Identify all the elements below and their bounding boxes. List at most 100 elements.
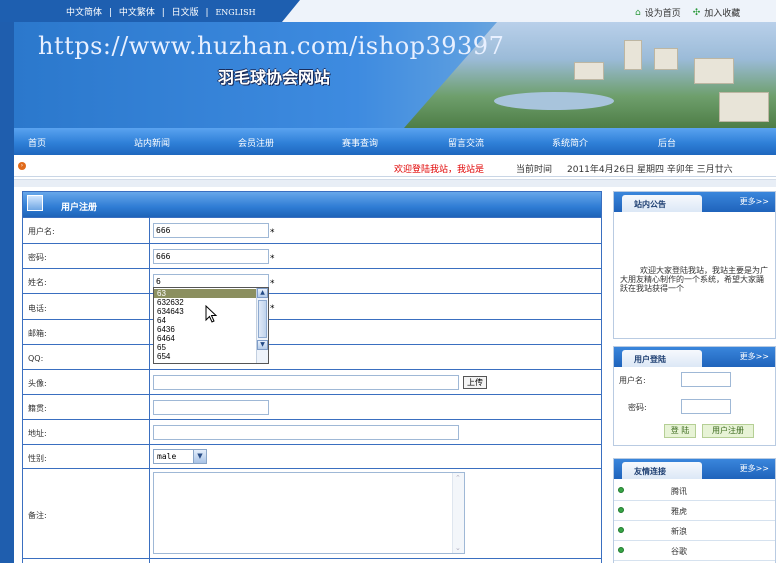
form-row-address: 地址: bbox=[23, 419, 601, 444]
current-date: 2011年4月26日 星期四 辛卯年 三月廿六 bbox=[567, 165, 733, 175]
login-password-label: 密码: bbox=[628, 403, 647, 412]
nav-admin[interactable]: 后台 bbox=[658, 136, 676, 149]
login-username-label: 用户名: bbox=[619, 376, 646, 385]
time-label: 当前时间 bbox=[516, 165, 553, 175]
lang-japanese[interactable]: 日文版 bbox=[172, 8, 199, 18]
login-title: 用户登陆 bbox=[622, 350, 702, 367]
registration-title: 用户注册 bbox=[61, 203, 98, 213]
username-input[interactable]: 666 bbox=[153, 223, 269, 238]
welcome-bar: › 欢迎登陆我站，我站是 当前时间 2011年4月26日 星期四 辛卯年 三月廿… bbox=[14, 155, 776, 177]
links-box: 友情连接 更多>> 腾讯 雅虎 新浪 谷歌 bbox=[613, 458, 776, 563]
link-label[interactable]: 谷歌 bbox=[671, 546, 687, 557]
nav-home[interactable]: 首页 bbox=[28, 136, 46, 149]
scroll-thumb[interactable] bbox=[258, 300, 267, 338]
form-row-email: 邮箱: bbox=[23, 319, 601, 344]
autocomplete-option[interactable]: 6436 bbox=[154, 325, 256, 334]
address-label: 地址: bbox=[28, 429, 47, 438]
autocomplete-option[interactable]: 63 bbox=[154, 289, 256, 298]
autocomplete-option[interactable]: 6464 bbox=[154, 334, 256, 343]
language-links: 中文简体 | 中文繁体 | 日文版 | ENGLISH bbox=[66, 5, 256, 18]
login-more-link[interactable]: 更多>> bbox=[740, 351, 769, 362]
link-item[interactable]: 雅虎 bbox=[614, 501, 775, 521]
lang-simplified[interactable]: 中文简体 bbox=[66, 8, 102, 18]
scroll-up-icon[interactable]: ⌃ bbox=[455, 474, 461, 482]
lang-traditional[interactable]: 中文繁体 bbox=[119, 8, 155, 18]
autocomplete-dropdown[interactable]: 63 632632 634643 64 6436 6464 65 654 ▲ ▼ bbox=[153, 287, 269, 364]
chevron-down-icon[interactable]: ▼ bbox=[193, 450, 206, 463]
required-mark: * bbox=[270, 254, 275, 264]
register-button[interactable]: 用户注册 bbox=[702, 424, 754, 438]
notice-title: 站内公告 bbox=[622, 195, 702, 212]
banner-building bbox=[624, 40, 642, 70]
notice-text: 欢迎大家登陆我站，我站主要是为广大朋友精心制作的一个系统，希望大家踊跃在我站获得… bbox=[620, 266, 768, 293]
link-item[interactable]: 新浪 bbox=[614, 521, 775, 541]
banner-river bbox=[494, 92, 614, 110]
notice-box: 站内公告 更多>> 欢迎大家登陆我站，我站主要是为广大朋友精心制作的一个系统，希… bbox=[613, 191, 776, 339]
form-row-password: 密码: 666 * bbox=[23, 243, 601, 268]
bullet-icon bbox=[618, 527, 624, 533]
main-nav: 首页 站内新闻 会员注册 赛事查询 留言交流 系统简介 后台 bbox=[14, 128, 776, 155]
hometown-input[interactable] bbox=[153, 400, 269, 415]
address-input[interactable] bbox=[153, 425, 459, 440]
gender-select[interactable]: male ▼ bbox=[153, 449, 207, 464]
scroll-down-icon[interactable]: ⌄ bbox=[455, 544, 461, 552]
login-button[interactable]: 登 陆 bbox=[664, 424, 696, 438]
gender-value: male bbox=[157, 452, 177, 461]
bullet-icon bbox=[618, 507, 624, 513]
nav-about[interactable]: 系统简介 bbox=[552, 136, 588, 149]
banner-building bbox=[574, 62, 604, 80]
favorite-icon: ✣ bbox=[692, 7, 701, 18]
autocomplete-option[interactable]: 65 bbox=[154, 343, 256, 352]
nav-events[interactable]: 赛事查询 bbox=[342, 136, 378, 149]
password-label: 密码: bbox=[28, 253, 47, 262]
banner-url-text: https://www.huzhan.com/ishop39397 bbox=[38, 32, 505, 60]
autocomplete-option[interactable]: 654 bbox=[154, 352, 256, 361]
phone-label: 电话: bbox=[28, 304, 47, 313]
login-password-input[interactable] bbox=[681, 399, 731, 414]
monitor-icon bbox=[27, 195, 43, 211]
avatar-path-input[interactable] bbox=[153, 375, 459, 390]
lang-separator: | bbox=[161, 8, 165, 18]
form-row-avatar: 头像: 上传 bbox=[23, 369, 601, 394]
set-home-link[interactable]: 设为首页 bbox=[645, 6, 681, 19]
registration-panel: 用户注册 用户名: 666 * 密码: 666 * 姓名: 6 * 电话: * … bbox=[22, 191, 602, 563]
scroll-down-icon[interactable]: ▼ bbox=[257, 340, 268, 350]
nav-news[interactable]: 站内新闻 bbox=[134, 136, 170, 149]
link-label[interactable]: 腾讯 bbox=[671, 486, 687, 497]
link-label[interactable]: 新浪 bbox=[671, 526, 687, 537]
email-label: 邮箱: bbox=[28, 329, 47, 338]
form-row-username: 用户名: 666 * bbox=[23, 217, 601, 243]
nav-register[interactable]: 会员注册 bbox=[238, 136, 274, 149]
gender-label: 性别: bbox=[28, 454, 47, 463]
home-icon: ⌂ bbox=[635, 7, 641, 18]
remark-label: 备注: bbox=[28, 511, 47, 520]
password-input[interactable]: 666 bbox=[153, 249, 269, 264]
remark-textarea[interactable]: ⌃ ⌄ bbox=[153, 472, 465, 554]
scroll-up-icon[interactable]: ▲ bbox=[257, 288, 268, 298]
banner-building bbox=[654, 48, 678, 70]
link-label[interactable]: 雅虎 bbox=[671, 506, 687, 517]
lang-separator: | bbox=[205, 8, 209, 18]
autocomplete-scrollbar[interactable]: ▲ ▼ bbox=[256, 288, 268, 363]
username-label: 用户名: bbox=[28, 227, 55, 236]
form-row-remark: 备注: ⌃ ⌄ bbox=[23, 468, 601, 558]
lang-separator: | bbox=[108, 8, 112, 18]
form-row-name: 姓名: 6 * bbox=[23, 268, 601, 293]
add-favorite-link[interactable]: 加入收藏 bbox=[704, 6, 740, 19]
lang-english[interactable]: ENGLISH bbox=[215, 8, 255, 17]
login-username-input[interactable] bbox=[681, 372, 731, 387]
notice-header: 站内公告 更多>> bbox=[614, 192, 775, 212]
upload-button[interactable]: 上传 bbox=[463, 376, 487, 389]
site-title: 羽毛球协会网站 bbox=[218, 68, 331, 87]
bullet-icon bbox=[618, 547, 624, 553]
textarea-scrollbar[interactable]: ⌃ ⌄ bbox=[452, 473, 464, 553]
notice-more-link[interactable]: 更多>> bbox=[740, 196, 769, 207]
link-item[interactable]: 谷歌 bbox=[614, 541, 775, 561]
nav-messages[interactable]: 留言交流 bbox=[448, 136, 484, 149]
link-item[interactable]: 腾讯 bbox=[614, 481, 775, 501]
links-more-link[interactable]: 更多>> bbox=[740, 463, 769, 474]
form-row-qq: QQ: bbox=[23, 344, 601, 369]
links-title: 友情连接 bbox=[622, 462, 702, 479]
separator-bar bbox=[14, 179, 776, 187]
form-row-hometown: 籍贯: bbox=[23, 394, 601, 419]
